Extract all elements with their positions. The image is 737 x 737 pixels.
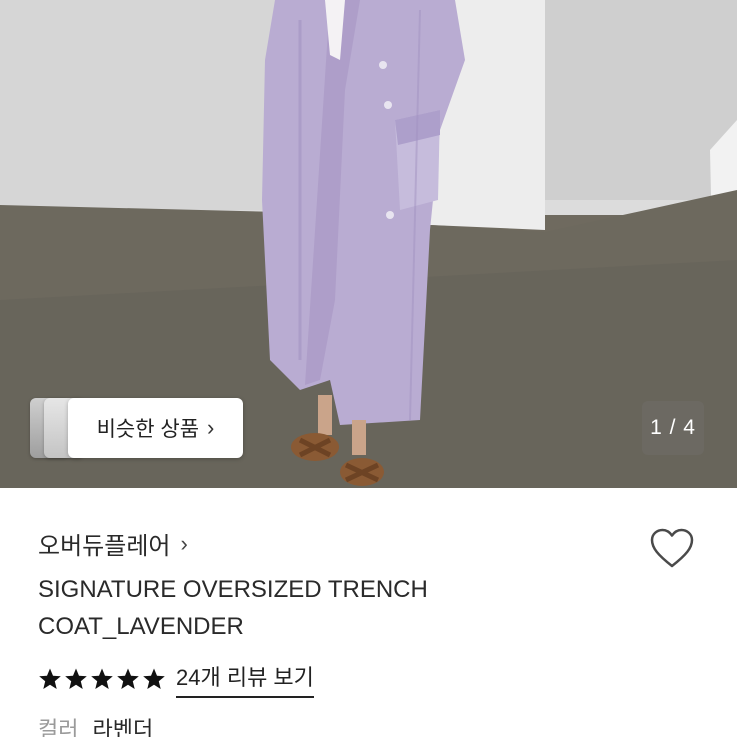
rating-row: 24개 리뷰 보기: [38, 660, 314, 698]
chevron-right-icon: ›: [180, 530, 188, 556]
favorite-button[interactable]: [648, 526, 696, 570]
star-icon: [91, 668, 113, 689]
rating-stars: [38, 667, 166, 691]
color-option: 컬러 라벤더: [38, 712, 153, 737]
star-icon: [117, 668, 139, 689]
product-detail-page: 비슷한 상품 › 1 / 4 오버듀플레어 › SIGNATURE OVERSI…: [0, 0, 737, 737]
star-icon: [65, 668, 87, 689]
image-page-indicator: 1 / 4: [642, 401, 704, 455]
product-title: SIGNATURE OVERSIZED TRENCH COAT_LAVENDER: [38, 576, 428, 640]
chevron-right-icon: ›: [207, 415, 215, 440]
brand-link[interactable]: 오버듀플레어 ›: [38, 526, 188, 561]
star-icon: [143, 668, 165, 689]
product-image[interactable]: 비슷한 상품 › 1 / 4: [0, 0, 737, 488]
star-icon: [39, 668, 61, 689]
brand-name: 오버듀플레어: [38, 533, 171, 560]
similar-products-button[interactable]: 비슷한 상품 ›: [68, 398, 243, 458]
option-label: 컬러: [38, 717, 79, 737]
review-link[interactable]: 24개 리뷰 보기: [176, 660, 314, 698]
similar-products-label: 비슷한 상품: [96, 418, 200, 441]
option-value: 라벤더: [92, 717, 154, 737]
heart-outline-icon: [650, 528, 694, 568]
